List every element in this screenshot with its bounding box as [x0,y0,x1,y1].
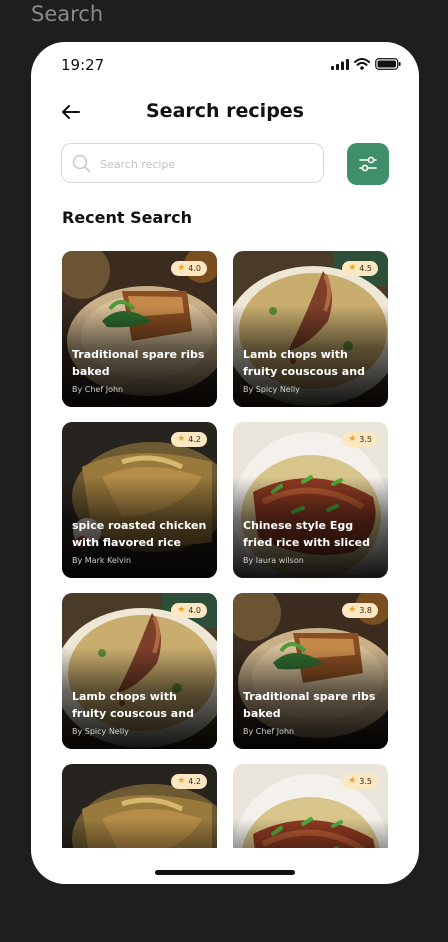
star-icon: ★ [348,776,357,786]
wifi-icon [354,58,370,70]
header: Search recipes [31,92,419,132]
recipe-title: Lamb chops with fruity couscous and mint… [72,690,194,720]
rating-badge: ★ 3.5 [342,774,378,789]
rating-value: 4.0 [188,605,201,615]
recipe-grid: ★ 4.0 Traditional spare ribs baked By Chef … [31,251,419,848]
rating-value: 4.0 [188,263,201,273]
home-indicator [155,870,295,875]
rating-badge: ★ 4.0 [171,261,207,276]
battery-icon [375,58,401,70]
recipe-author: By Chef John [243,727,295,736]
phone-screen: 19:27 Search recipes Search recipe Recen… [31,42,419,884]
rating-value: 4.5 [359,263,372,273]
rating-value: 3.5 [359,434,372,444]
sliders-icon [359,156,377,172]
star-icon: ★ [348,263,357,273]
recipe-card[interactable]: ★ 3.5 [233,764,388,848]
star-icon: ★ [177,605,186,615]
rating-value: 4.2 [188,434,201,444]
star-icon: ★ [177,776,186,786]
page-title: Search recipes [146,100,304,122]
recipe-author: By laura wilson [243,556,304,565]
recipe-title: Lamb chops with fruity couscous and mint… [243,348,365,378]
recipe-title: Traditional spare ribs baked [72,348,205,378]
star-icon: ★ [348,605,357,615]
star-icon: ★ [348,434,357,444]
recipe-card[interactable]: ★ 4.5 Lamb chops with fruity couscous and … [233,251,388,407]
recipe-card[interactable]: ★ 3.5 Chinese style Egg fried rice with sl… [233,422,388,578]
frame-label: Search [31,2,104,26]
rating-badge: ★ 4.2 [171,774,207,789]
recipe-card[interactable]: ★ 4.2 [62,764,217,848]
recipe-card[interactable]: ★ 4.0 Traditional spare ribs baked By Chef … [62,251,217,407]
recipe-author: By Spicy Nelly [72,727,129,736]
recipe-author: By Mark Kelvin [72,556,132,565]
rating-badge: ★ 3.8 [342,603,378,618]
status-bar: 19:27 [31,42,419,92]
recipe-card[interactable]: ★ 3.8 Traditional spare ribs baked By Chef … [233,593,388,749]
recipe-title: Chinese style Egg fried rice with sliced… [243,519,370,549]
rating-value: 4.2 [188,776,201,786]
status-time: 19:27 [61,56,105,74]
recipe-title: Traditional spare ribs baked [243,690,376,720]
rating-badge: ★ 3.5 [342,432,378,447]
star-icon: ★ [177,434,186,444]
section-title: Recent Search [62,208,193,227]
star-icon: ★ [177,263,186,273]
rating-value: 3.8 [359,605,372,615]
recipe-title: spice roasted chicken with flavored rice [72,519,207,549]
status-icons [331,58,401,70]
recipe-author: By Spicy Nelly [243,385,300,394]
rating-badge: ★ 4.0 [171,603,207,618]
search-box[interactable] [61,143,324,183]
rating-badge: ★ 4.5 [342,261,378,276]
rating-badge: ★ 4.2 [171,432,207,447]
search-icon [72,154,91,173]
recipe-card[interactable]: ★ 4.0 Lamb chops with fruity couscous and … [62,593,217,749]
filter-button[interactable] [347,143,389,185]
signal-icon [331,58,349,70]
rating-value: 3.5 [359,776,372,786]
search-input[interactable] [98,150,312,178]
recipe-card[interactable]: ★ 4.2 spice roasted chicken with flavored … [62,422,217,578]
recipe-author: By Chef John [72,385,124,394]
